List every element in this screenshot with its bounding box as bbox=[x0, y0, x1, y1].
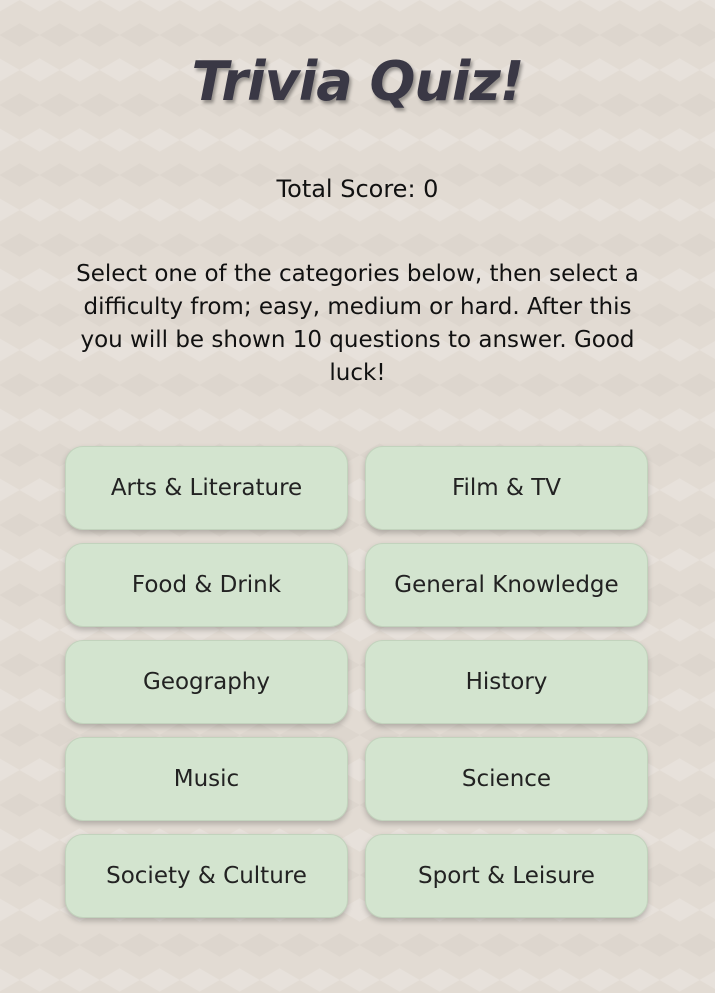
page-title: Trivia Quiz! bbox=[191, 50, 525, 113]
category-button-food-drink[interactable]: Food & Drink bbox=[65, 543, 348, 627]
category-button-geography[interactable]: Geography bbox=[65, 640, 348, 724]
category-button-music[interactable]: Music bbox=[65, 737, 348, 821]
category-button-history[interactable]: History bbox=[365, 640, 648, 724]
category-button-society-culture[interactable]: Society & Culture bbox=[65, 834, 348, 918]
category-grid: Arts & Literature Film & TV Food & Drink… bbox=[65, 446, 649, 918]
category-button-sport-leisure[interactable]: Sport & Leisure bbox=[365, 834, 648, 918]
category-button-science[interactable]: Science bbox=[365, 737, 648, 821]
category-button-arts-literature[interactable]: Arts & Literature bbox=[65, 446, 348, 530]
category-button-general-knowledge[interactable]: General Knowledge bbox=[365, 543, 648, 627]
category-button-film-tv[interactable]: Film & TV bbox=[365, 446, 648, 530]
total-score: Total Score: 0 bbox=[276, 175, 439, 203]
instructions-text: Select one of the categories below, then… bbox=[76, 261, 639, 386]
